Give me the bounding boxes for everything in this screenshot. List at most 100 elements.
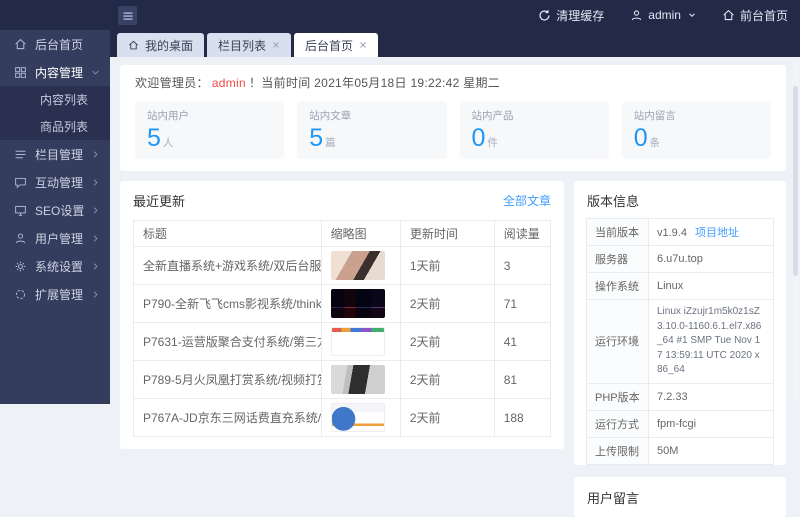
tab-admin-home[interactable]: 后台首页 [294, 33, 378, 57]
article-title[interactable]: P7631-运营版聚合支付系统/第三方... [134, 323, 322, 361]
version-row: PHP版本 7.2.33 [587, 383, 774, 410]
welcome-suffix: ！当前时间 2021年05月18日 19:22:42 星期二 [249, 76, 500, 90]
tab-column-list[interactable]: 栏目列表 [207, 33, 291, 57]
version-row: 上传限制 50M [587, 437, 774, 464]
view-count: 71 [494, 285, 550, 323]
tab-label: 栏目列表 [218, 37, 266, 54]
chevron-down-icon [91, 68, 100, 77]
clear-cache-button[interactable]: 清理缓存 [538, 7, 604, 24]
scrollbar-thumb[interactable] [793, 86, 798, 276]
stat-card-products: 站内产品 0件 [460, 101, 609, 159]
table-row: P767A-JD京东三网话费直充系统/移... 2天前 188 [134, 399, 551, 437]
all-articles-link[interactable]: 全部文章 [503, 192, 551, 209]
welcome-username: admin [212, 76, 246, 90]
article-title[interactable]: 全新直播系统+游戏系统/双后台服... [134, 247, 322, 285]
user-menu[interactable]: admin [630, 8, 696, 22]
user-messages-title: 用户留言 [587, 488, 639, 507]
version-value: Linux iZzujr1m5k0z1sZ 3.10.0-1160.6.1.el… [649, 300, 774, 384]
user-icon [630, 9, 643, 22]
tab-strip: 我的桌面 栏目列表 后台首页 [110, 30, 800, 57]
stat-unit: 件 [487, 137, 498, 149]
home-icon [14, 38, 27, 51]
stat-label: 站内留言 [634, 108, 759, 123]
project-link[interactable]: 项目地址 [695, 227, 739, 239]
stat-card-articles: 站内文章 5篇 [297, 101, 446, 159]
close-icon[interactable] [359, 41, 367, 49]
hamburger-icon [122, 10, 134, 22]
update-time: 2天前 [400, 399, 494, 437]
sidebar-item-columns[interactable]: 栏目管理 [0, 140, 110, 168]
sidebar-item-label: SEO设置 [35, 202, 91, 219]
recent-updates-table: 标题 缩略图 更新时间 阅读量 全新直播系统+游戏系统/双后台服... 1天前 … [133, 220, 551, 437]
recent-updates-title: 最近更新 [133, 191, 185, 210]
thumbnail-image [331, 251, 385, 280]
sidebar-item-label: 栏目管理 [35, 146, 91, 163]
sidebar-subitem-content-list[interactable]: 内容列表 [0, 86, 110, 113]
chat-icon [14, 176, 27, 189]
columns-icon [14, 148, 27, 161]
version-label: 当前版本 [587, 219, 649, 246]
sidebar-item-seo[interactable]: SEO设置 [0, 196, 110, 224]
version-value: 50M [649, 437, 774, 464]
version-label: 运行环境 [587, 300, 649, 384]
view-count: 3 [494, 247, 550, 285]
update-time: 2天前 [400, 361, 494, 399]
main-content: 欢迎管理员：admin！当前时间 2021年05月18日 19:22:42 星期… [110, 57, 800, 404]
chevron-right-icon [91, 206, 100, 215]
clear-cache-label: 清理缓存 [556, 7, 604, 24]
tab-my-desktop[interactable]: 我的桌面 [117, 33, 204, 57]
version-row: 运行方式 fpm-fcgi [587, 410, 774, 437]
thumbnail-image [331, 327, 385, 356]
version-label: PHP版本 [587, 383, 649, 410]
stat-value: 0 [634, 124, 648, 152]
update-time: 2天前 [400, 323, 494, 361]
sidebar-item-label: 用户管理 [35, 230, 91, 247]
chevron-right-icon [91, 262, 100, 271]
version-label: 运行方式 [587, 410, 649, 437]
sidebar-item-dashboard[interactable]: 后台首页 [0, 30, 110, 58]
stat-value: 0 [472, 124, 486, 152]
stat-label: 站内产品 [472, 108, 597, 123]
refresh-icon [538, 9, 551, 22]
article-title[interactable]: P789-5月火凤凰打赏系统/视频打赏... [134, 361, 322, 399]
welcome-panel: 欢迎管理员：admin！当前时间 2021年05月18日 19:22:42 星期… [120, 65, 786, 171]
view-count: 81 [494, 361, 550, 399]
chevron-right-icon [91, 234, 100, 243]
sidebar-item-interaction[interactable]: 互动管理 [0, 168, 110, 196]
sidebar: 后台首页 内容管理 内容列表 商品列表 栏目管理 互动管理 [0, 30, 110, 404]
table-row: P789-5月火凤凰打赏系统/视频打赏... 2天前 81 [134, 361, 551, 399]
stat-unit: 篇 [325, 137, 336, 149]
sidebar-item-label: 系统设置 [35, 258, 91, 275]
version-info-panel: 版本信息 当前版本 v1.9.4项目地址 服务器 6.u7u.top 操作系统 … [574, 181, 786, 465]
column-header-title: 标题 [134, 221, 322, 247]
version-value: Linux [649, 273, 774, 300]
thumbnail-image [331, 365, 385, 394]
column-header-time: 更新时间 [400, 221, 494, 247]
circle-icon [14, 288, 27, 301]
version-label: 上传限制 [587, 437, 649, 464]
close-icon[interactable] [272, 41, 280, 49]
version-label: 服务器 [587, 246, 649, 273]
article-title[interactable]: P767A-JD京东三网话费直充系统/移... [134, 399, 322, 437]
stats-row: 站内用户 5人 站内文章 5篇 站内产品 0件 站内留言 0条 [135, 101, 771, 159]
sidebar-item-label: 互动管理 [35, 174, 91, 191]
topbar-actions: 清理缓存 admin 前台首页 [538, 0, 788, 30]
vertical-scrollbar[interactable] [792, 62, 799, 400]
sidebar-subitem-product-list[interactable]: 商品列表 [0, 113, 110, 140]
sidebar-item-label: 后台首页 [35, 36, 100, 53]
table-header-row: 标题 缩略图 更新时间 阅读量 [134, 221, 551, 247]
view-count: 41 [494, 323, 550, 361]
article-title[interactable]: P790-全新飞飞cms影视系统/think... [134, 285, 322, 323]
version-row: 操作系统 Linux [587, 273, 774, 300]
sidebar-item-users[interactable]: 用户管理 [0, 224, 110, 252]
version-row: 服务器 6.u7u.top [587, 246, 774, 273]
version-row: 当前版本 v1.9.4项目地址 [587, 219, 774, 246]
sidebar-item-settings[interactable]: 系统设置 [0, 252, 110, 280]
sidebar-item-label: 扩展管理 [35, 286, 91, 303]
table-row: P7631-运营版聚合支付系统/第三方... 2天前 41 [134, 323, 551, 361]
sidebar-item-extensions[interactable]: 扩展管理 [0, 280, 110, 308]
front-home-button[interactable]: 前台首页 [722, 7, 788, 24]
sidebar-item-content[interactable]: 内容管理 [0, 58, 110, 86]
version-info-table: 当前版本 v1.9.4项目地址 服务器 6.u7u.top 操作系统 Linux… [586, 218, 774, 465]
menu-toggle-button[interactable] [118, 6, 137, 25]
